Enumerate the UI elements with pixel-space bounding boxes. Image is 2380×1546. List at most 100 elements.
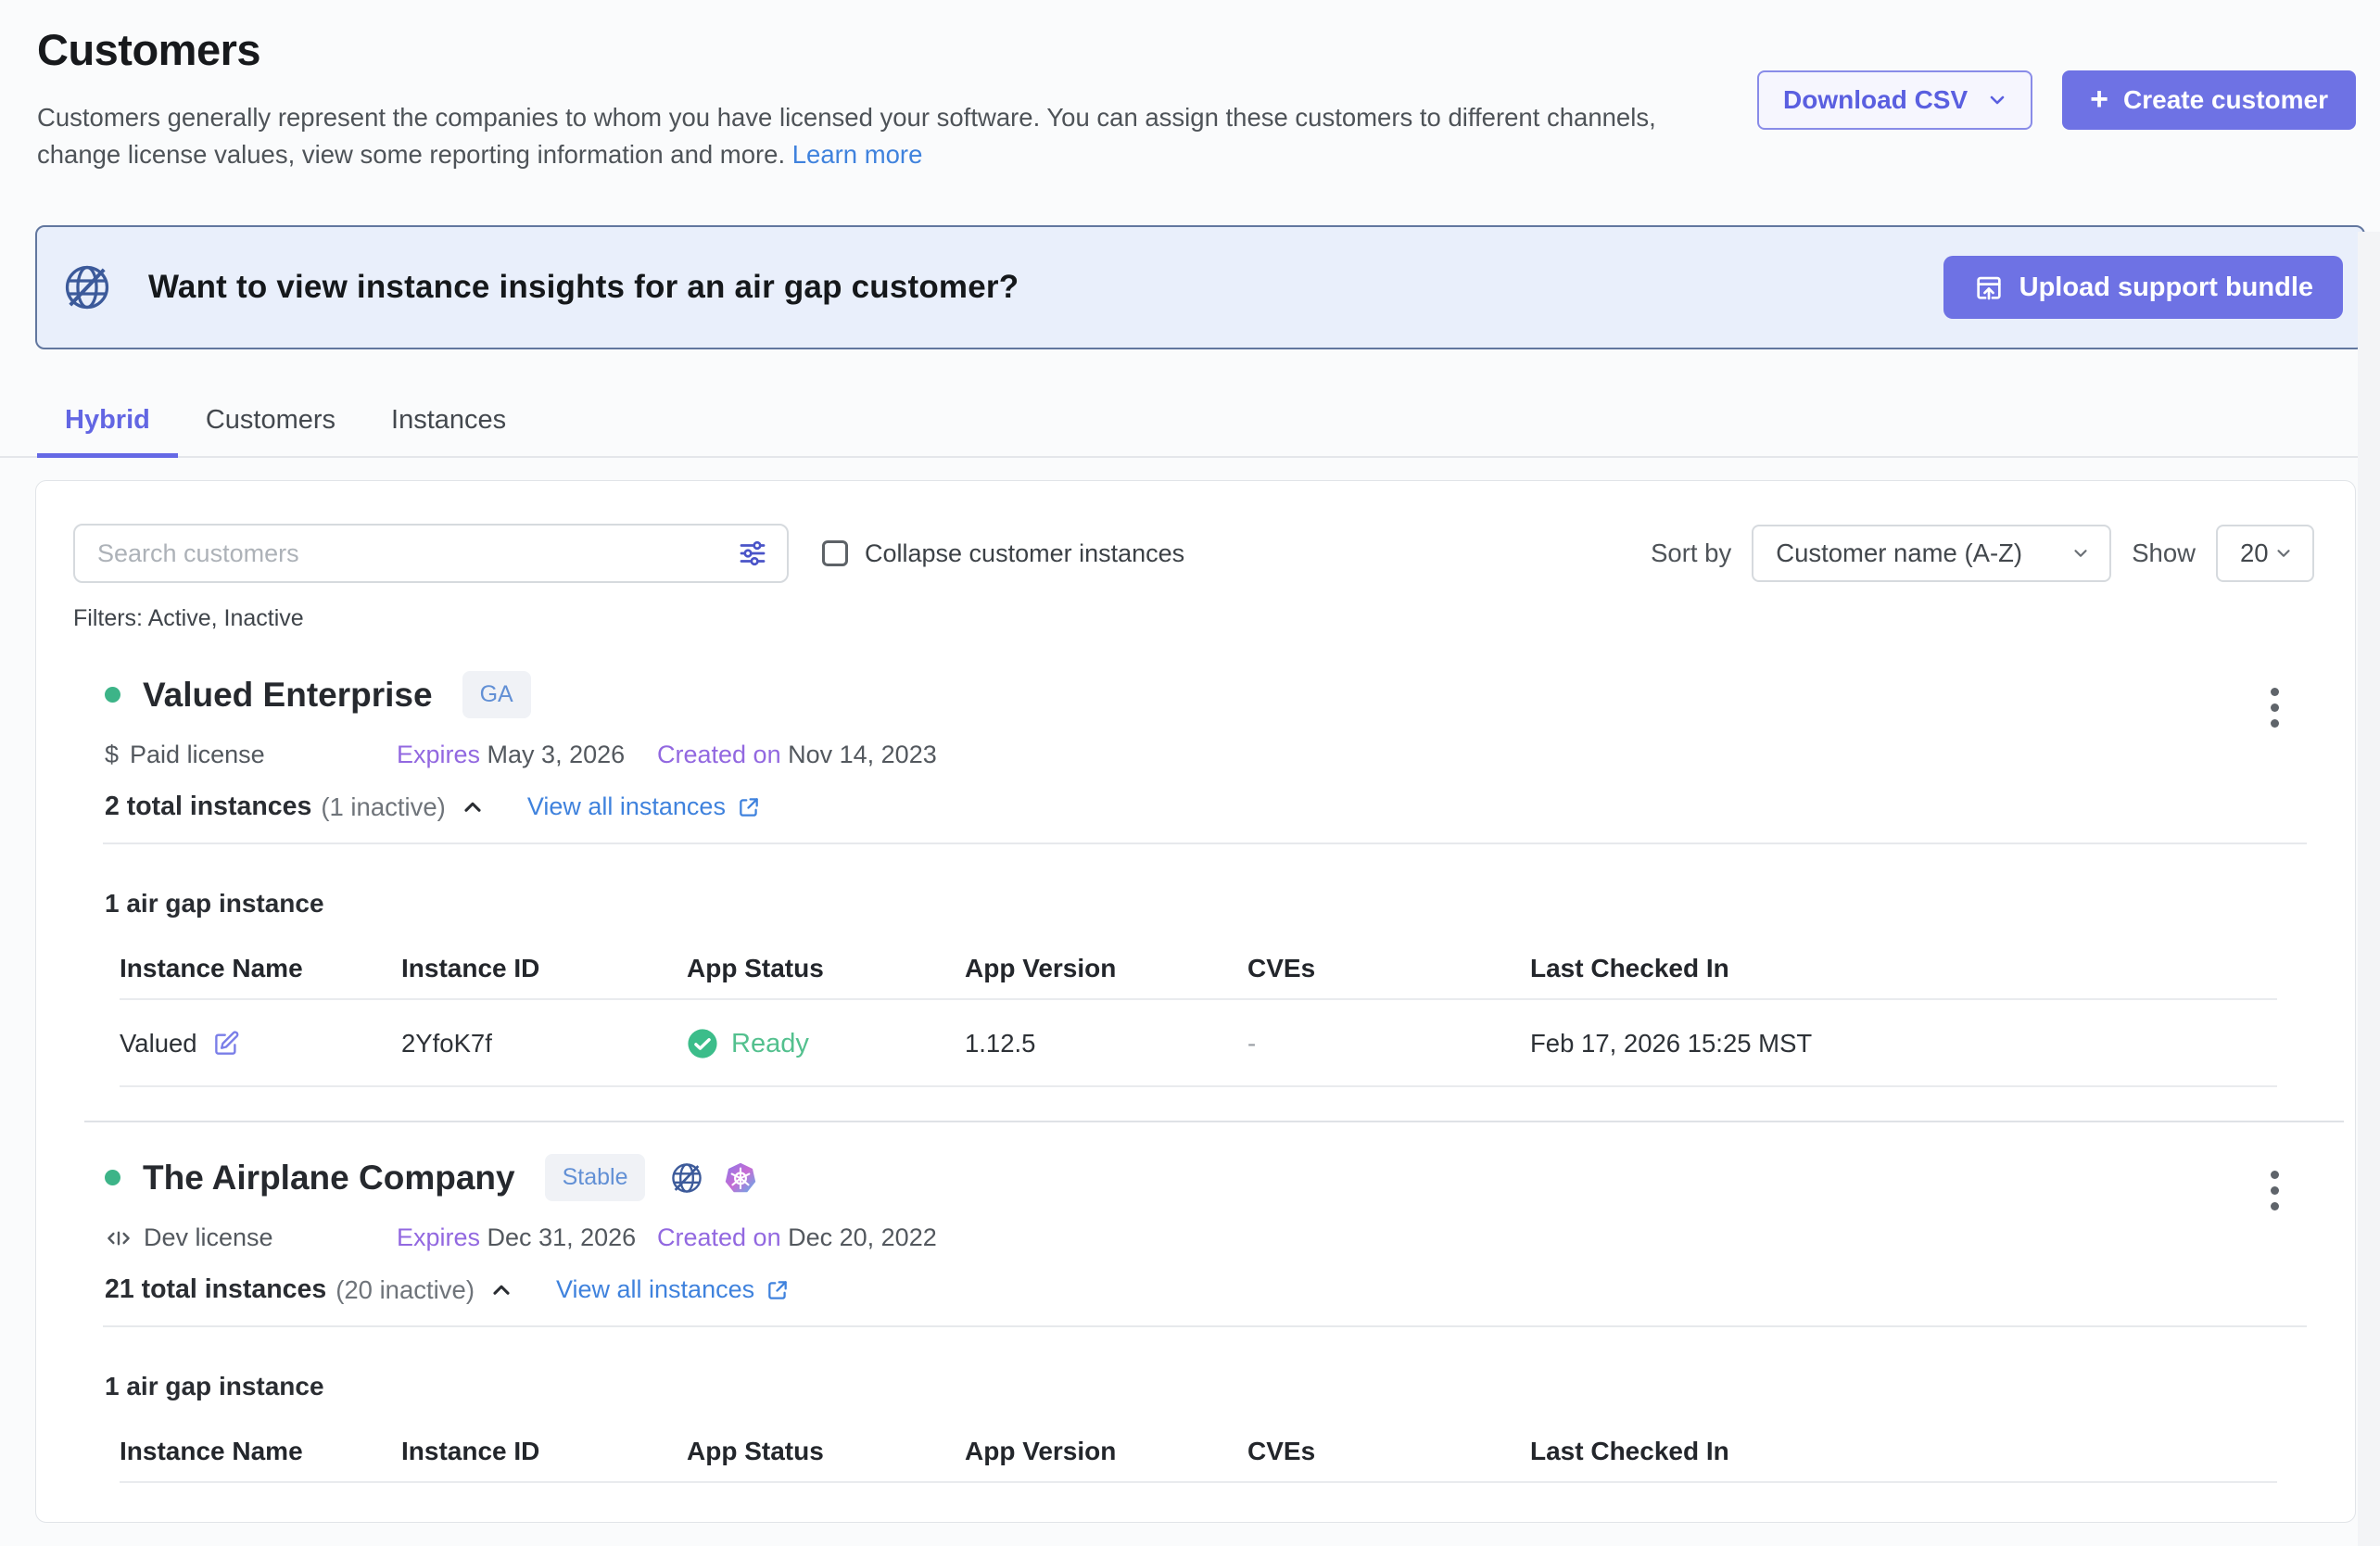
upload-support-bundle-label: Upload support bundle	[2019, 272, 2313, 303]
edit-icon[interactable]	[212, 1030, 240, 1058]
col-last-checked-in: Last Checked In	[1530, 1433, 2277, 1481]
dev-code-icon	[105, 1224, 133, 1252]
license-row: $ Paid license Expires May 3, 2026 Creat…	[105, 741, 2318, 769]
customer-card-the-airplane-company: The Airplane Company Stable	[73, 1154, 2318, 1483]
view-all-instances-label: View all instances	[556, 1275, 754, 1304]
instances-table-header: Instance Name Instance ID App Status App…	[120, 950, 2277, 998]
page-header: Customers Customers generally represent …	[0, 0, 2380, 173]
collapse-chevron-up-icon[interactable]	[461, 795, 485, 819]
external-link-icon	[766, 1278, 790, 1302]
customer-name[interactable]: Valued Enterprise	[143, 676, 433, 715]
sort-controls: Sort by Customer name (A-Z) Show 20	[1651, 525, 2318, 582]
expires-label: Expires	[397, 741, 480, 768]
channel-badge: Stable	[545, 1154, 646, 1201]
last-checked-in: Feb 17, 2026 15:25 MST	[1530, 1001, 2277, 1084]
download-csv-button[interactable]: Download CSV	[1757, 70, 2032, 130]
create-customer-button[interactable]: + Create customer	[2062, 70, 2356, 130]
app-version: 1.12.5	[965, 1001, 1247, 1084]
upload-support-bundle-button[interactable]: Upload support bundle	[1943, 256, 2343, 319]
scroll-gutter	[2358, 232, 2380, 1546]
section-divider	[103, 843, 2307, 844]
customers-panel: Collapse customer instances Sort by Cust…	[35, 480, 2356, 1523]
expires-date: May 3, 2026	[487, 741, 626, 768]
chevron-down-icon	[1986, 89, 2008, 111]
col-cves: CVEs	[1247, 950, 1530, 998]
customer-card-valued-enterprise: Valued Enterprise GA $ Paid license Expi…	[73, 671, 2318, 1087]
customer-header: Valued Enterprise GA	[105, 671, 2318, 718]
search-input[interactable]	[95, 539, 737, 569]
total-instances-count: 2 total instances	[105, 792, 311, 822]
active-status-dot	[105, 1170, 120, 1185]
license-row: Dev license Expires Dec 31, 2026 Created…	[105, 1223, 2318, 1252]
table-divider	[120, 1481, 2277, 1483]
tab-bar: Hybrid Customers Instances	[0, 392, 2380, 458]
create-customer-label: Create customer	[2123, 85, 2328, 115]
license-created: Created on Nov 14, 2023	[657, 741, 937, 769]
license-expiry: Expires Dec 31, 2026	[397, 1223, 657, 1252]
inactive-instances-note: (20 inactive)	[335, 1275, 475, 1305]
airgap-banner: Want to view instance insights for an ai…	[35, 225, 2365, 349]
col-cves: CVEs	[1247, 1433, 1530, 1481]
channel-badge: GA	[462, 671, 531, 718]
page-title: Customers	[37, 24, 2343, 75]
col-app-version: App Version	[965, 950, 1247, 998]
license-created: Created on Dec 20, 2022	[657, 1223, 937, 1252]
show-label: Show	[2132, 539, 2196, 568]
airgap-instances-heading: 1 air gap instance	[105, 1372, 2318, 1401]
col-instance-id: Instance ID	[401, 950, 687, 998]
customer-feature-icons	[669, 1160, 758, 1196]
instances-summary-row: 2 total instances (1 inactive) View all …	[105, 792, 2318, 822]
learn-more-link[interactable]: Learn more	[792, 140, 923, 169]
tab-instances[interactable]: Instances	[363, 392, 534, 458]
show-select[interactable]: 20	[2216, 525, 2314, 582]
cves-value: -	[1247, 1001, 1530, 1084]
total-instances-count: 21 total instances	[105, 1274, 326, 1305]
external-link-icon	[737, 795, 761, 819]
collapse-chevron-up-icon[interactable]	[489, 1278, 513, 1302]
view-all-instances-link[interactable]: View all instances	[527, 792, 761, 821]
col-last-checked-in: Last Checked In	[1530, 950, 2277, 998]
airgap-globe-icon	[669, 1160, 704, 1196]
expires-label: Expires	[397, 1223, 480, 1251]
kebab-menu-icon[interactable]	[2267, 684, 2283, 731]
kubernetes-icon	[723, 1160, 758, 1196]
collapse-instances-label: Collapse customer instances	[865, 539, 1184, 568]
chevron-down-icon	[2273, 543, 2294, 564]
created-on-label: Created on	[657, 741, 781, 768]
chevron-down-icon	[2070, 543, 2091, 564]
tab-hybrid[interactable]: Hybrid	[37, 392, 178, 458]
kebab-menu-icon[interactable]	[2267, 1167, 2283, 1214]
search-box	[73, 524, 789, 583]
col-instance-name: Instance Name	[120, 1433, 401, 1481]
instance-name: Valued	[120, 1029, 197, 1058]
sort-select-value: Customer name (A-Z)	[1776, 539, 2022, 568]
dollar-icon: $	[105, 741, 119, 769]
instances-table: Instance Name Instance ID App Status App…	[120, 1433, 2277, 1483]
customer-name[interactable]: The Airplane Company	[143, 1159, 515, 1198]
collapse-instances-checkbox[interactable]	[822, 540, 848, 566]
view-all-instances-label: View all instances	[527, 792, 726, 821]
view-all-instances-link[interactable]: View all instances	[556, 1275, 790, 1304]
download-csv-label: Download CSV	[1783, 85, 1968, 115]
col-instance-name: Instance Name	[120, 950, 401, 998]
table-row: Valued 2YfoK7f Ready 1.12.5 - Feb 17, 20…	[120, 1000, 2277, 1085]
col-app-version: App Version	[965, 1433, 1247, 1481]
sort-select[interactable]: Customer name (A-Z)	[1752, 525, 2111, 582]
col-app-status: App Status	[687, 1433, 965, 1481]
show-select-value: 20	[2240, 539, 2269, 568]
page-description: Customers generally represent the compan…	[37, 99, 1715, 173]
instances-table: Instance Name Instance ID App Status App…	[120, 950, 2277, 1087]
tab-customers[interactable]: Customers	[178, 392, 363, 458]
customer-header: The Airplane Company Stable	[105, 1154, 2318, 1201]
airgap-globe-icon	[61, 261, 113, 313]
instance-id: 2YfoK7f	[401, 1001, 687, 1084]
created-date: Nov 14, 2023	[788, 741, 937, 768]
col-app-status: App Status	[687, 950, 965, 998]
collapse-instances-toggle[interactable]: Collapse customer instances	[822, 539, 1184, 568]
upload-icon	[1973, 272, 2005, 303]
toolbar: Collapse customer instances Sort by Cust…	[73, 524, 2318, 583]
filter-sliders-icon[interactable]	[737, 538, 768, 569]
header-actions: Download CSV + Create customer	[1757, 70, 2356, 130]
instances-table-header: Instance Name Instance ID App Status App…	[120, 1433, 2277, 1481]
banner-title: Want to view instance insights for an ai…	[148, 269, 1019, 306]
